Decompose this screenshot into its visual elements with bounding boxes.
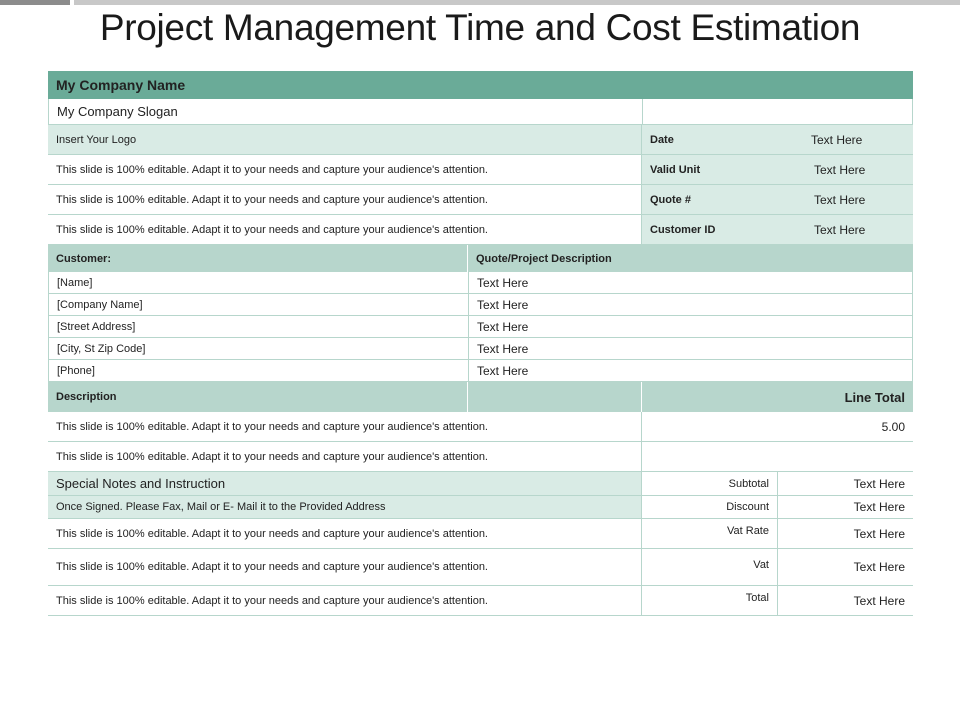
accent-segment-light	[74, 0, 960, 5]
company-slogan-row: My Company Slogan	[48, 99, 913, 125]
customer-field-phone: [Phone]	[49, 360, 469, 381]
discount-label: Discount	[642, 496, 778, 518]
customer-value-name: Text Here	[477, 275, 529, 290]
company-name: My Company Name	[56, 77, 186, 93]
customer-row: [Street Address] Text Here	[48, 316, 913, 338]
logo-row: Insert Your Logo Date Text Here	[48, 125, 913, 155]
page-title: Project Management Time and Cost Estimat…	[99, 7, 861, 48]
total-value: Text Here	[853, 593, 905, 608]
vat-rate-value: Text Here	[853, 526, 905, 541]
total-label: Total	[642, 586, 778, 615]
customer-id-label: Customer ID	[642, 215, 807, 244]
notes-text: This slide is 100% editable. Adapt it to…	[48, 586, 642, 615]
description-header-spacer	[468, 382, 642, 412]
vat-value: Text Here	[853, 560, 905, 574]
discount-value: Text Here	[853, 500, 905, 514]
quote-number-value: Text Here	[806, 185, 913, 214]
customer-section-header: Customer: Quote/Project Description	[48, 245, 913, 272]
line-total-header: Line Total	[844, 389, 905, 405]
special-notes-header: Special Notes and Instruction	[48, 472, 642, 495]
header-info-row: This slide is 100% editable. Adapt it to…	[48, 215, 913, 245]
customer-row: [Name] Text Here	[48, 272, 913, 294]
notes-header-row: Special Notes and Instruction Subtotal T…	[48, 472, 913, 496]
vat-rate-label: Vat Rate	[642, 519, 778, 548]
notes-text: This slide is 100% editable. Adapt it to…	[48, 549, 642, 585]
company-slogan: My Company Slogan	[49, 99, 643, 124]
customer-id-value: Text Here	[806, 215, 913, 244]
line-item-row: This slide is 100% editable. Adapt it to…	[48, 412, 913, 442]
notes-row: This slide is 100% editable. Adapt it to…	[48, 519, 913, 549]
line-item-row: This slide is 100% editable. Adapt it to…	[48, 442, 913, 472]
line-item-total: 5.00	[881, 419, 905, 434]
instruction-row: Once Signed. Please Fax, Mail or E- Mail…	[48, 496, 913, 519]
customer-field-city: [City, St Zip Code]	[49, 338, 469, 359]
description-header: Description	[48, 382, 468, 412]
customer-value-city: Text Here	[477, 341, 529, 356]
header-info-row: This slide is 100% editable. Adapt it to…	[48, 185, 913, 215]
subtotal-label: Subtotal	[642, 472, 778, 495]
valid-unit-label: Valid Unit	[642, 155, 807, 184]
line-item-description: This slide is 100% editable. Adapt it to…	[48, 412, 642, 441]
subtotal-value: Text Here	[853, 476, 905, 491]
customer-row: [Company Name] Text Here	[48, 294, 913, 316]
accent-segment-dark	[0, 0, 70, 5]
logo-placeholder: Insert Your Logo	[48, 125, 642, 154]
header-info-row: This slide is 100% editable. Adapt it to…	[48, 155, 913, 185]
line-items-header: Description Line Total	[48, 382, 913, 412]
header-info-text: This slide is 100% editable. Adapt it to…	[48, 155, 642, 184]
customer-row: [City, St Zip Code] Text Here	[48, 338, 913, 360]
notes-row: This slide is 100% editable. Adapt it to…	[48, 586, 913, 616]
quote-description-header: Quote/Project Description	[476, 252, 612, 265]
customer-field-company: [Company Name]	[49, 294, 469, 315]
date-label: Date	[650, 133, 674, 146]
header-info-text: This slide is 100% editable. Adapt it to…	[48, 215, 642, 244]
notes-text: This slide is 100% editable. Adapt it to…	[48, 519, 642, 548]
special-notes-instruction: Once Signed. Please Fax, Mail or E- Mail…	[48, 496, 642, 518]
quote-number-label: Quote #	[642, 185, 807, 214]
valid-unit-value: Text Here	[806, 155, 913, 184]
line-item-total	[642, 442, 913, 471]
customer-field-name: [Name]	[49, 272, 469, 293]
customer-field-street: [Street Address]	[49, 316, 469, 337]
notes-row: This slide is 100% editable. Adapt it to…	[48, 549, 913, 586]
line-item-description: This slide is 100% editable. Adapt it to…	[48, 442, 642, 471]
customer-value-street: Text Here	[477, 319, 529, 334]
vat-label: Vat	[642, 549, 778, 585]
date-value: Text Here	[811, 132, 863, 147]
customer-header: Customer:	[48, 245, 468, 272]
customer-row: [Phone] Text Here	[48, 360, 913, 382]
customer-value-phone: Text Here	[477, 363, 529, 378]
company-name-row: My Company Name	[48, 71, 913, 99]
customer-value-company: Text Here	[477, 297, 529, 312]
header-info-text: This slide is 100% editable. Adapt it to…	[48, 185, 642, 214]
